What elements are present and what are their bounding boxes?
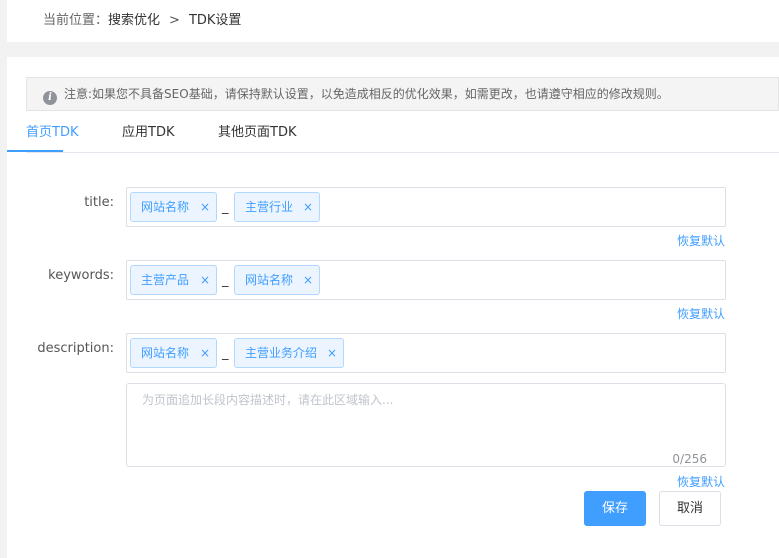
info-icon: i xyxy=(43,91,57,105)
close-icon[interactable]: × xyxy=(303,266,313,294)
keywords-label: keywords: xyxy=(48,268,114,283)
keywords-tag-input[interactable]: 主营产品 × _ 网站名称 × xyxy=(126,260,726,300)
description-label: description: xyxy=(37,341,114,356)
tag-separator: _ xyxy=(222,273,229,288)
tag-label: 网站名称 xyxy=(245,273,294,287)
tag-main-industry: 主营行业 × xyxy=(234,192,320,222)
tag-label: 主营行业 xyxy=(245,200,294,214)
tab-home-tdk[interactable]: 首页TDK xyxy=(26,119,78,153)
title-label: title: xyxy=(84,195,114,210)
tag-site-name: 网站名称 × xyxy=(130,192,217,222)
breadcrumb: 当前位置：搜索优化 > TDK设置 xyxy=(7,0,779,42)
close-icon[interactable]: × xyxy=(200,266,210,294)
breadcrumb-item-seo[interactable]: 搜索优化 xyxy=(108,13,160,28)
tag-site-name: 网站名称 × xyxy=(130,338,217,368)
description-tag-input[interactable]: 网站名称 × _ 主营业务介绍 × xyxy=(126,333,726,373)
description-restore-default-link[interactable]: 恢复默认 xyxy=(677,473,725,490)
tab-other-page-tdk[interactable]: 其他页面TDK xyxy=(218,119,296,153)
title-restore-default-link[interactable]: 恢复默认 xyxy=(677,232,725,249)
tab-app-tdk[interactable]: 应用TDK xyxy=(122,119,174,153)
title-tag-input[interactable]: 网站名称 × _ 主营行业 × xyxy=(126,187,726,227)
active-tab-indicator xyxy=(7,150,63,152)
tag-label: 主营产品 xyxy=(141,273,190,287)
tag-separator: _ xyxy=(222,200,229,215)
tab-bar: 首页TDK 应用TDK 其他页面TDK xyxy=(26,119,779,153)
tag-main-business-intro: 主营业务介绍 × xyxy=(234,338,344,368)
notice-text: 注意:如果您不具备SEO基础，请保持默认设置，以免造成相反的优化效果，如需更改，… xyxy=(64,87,669,101)
breadcrumb-separator: > xyxy=(169,13,180,28)
close-icon[interactable]: × xyxy=(200,193,210,221)
tag-separator: _ xyxy=(222,346,229,361)
tag-label: 主营业务介绍 xyxy=(245,346,318,360)
cancel-button[interactable]: 取消 xyxy=(659,491,721,526)
tdk-panel: i 注意:如果您不具备SEO基础，请保持默认设置，以免造成相反的优化效果，如需更改… xyxy=(7,57,779,558)
description-textarea[interactable]: 为页面追加长段内容描述时，请在此区域输入... 0/256 xyxy=(126,383,726,467)
tag-site-name: 网站名称 × xyxy=(234,265,320,295)
tag-label: 网站名称 xyxy=(141,200,190,214)
save-button[interactable]: 保存 xyxy=(584,491,646,526)
keywords-restore-default-link[interactable]: 恢复默认 xyxy=(677,305,725,322)
char-counter: 0/256 xyxy=(672,452,707,466)
close-icon[interactable]: × xyxy=(303,193,313,221)
tag-main-product: 主营产品 × xyxy=(130,265,217,295)
tag-label: 网站名称 xyxy=(141,346,190,360)
breadcrumb-item-tdk: TDK设置 xyxy=(188,13,242,28)
close-icon[interactable]: × xyxy=(200,339,210,367)
textarea-placeholder: 为页面追加长段内容描述时，请在此区域输入... xyxy=(142,393,394,407)
notice-alert: i 注意:如果您不具备SEO基础，请保持默认设置，以免造成相反的优化效果，如需更改… xyxy=(26,77,779,111)
breadcrumb-prefix: 当前位置： xyxy=(43,13,109,28)
close-icon[interactable]: × xyxy=(327,339,337,367)
